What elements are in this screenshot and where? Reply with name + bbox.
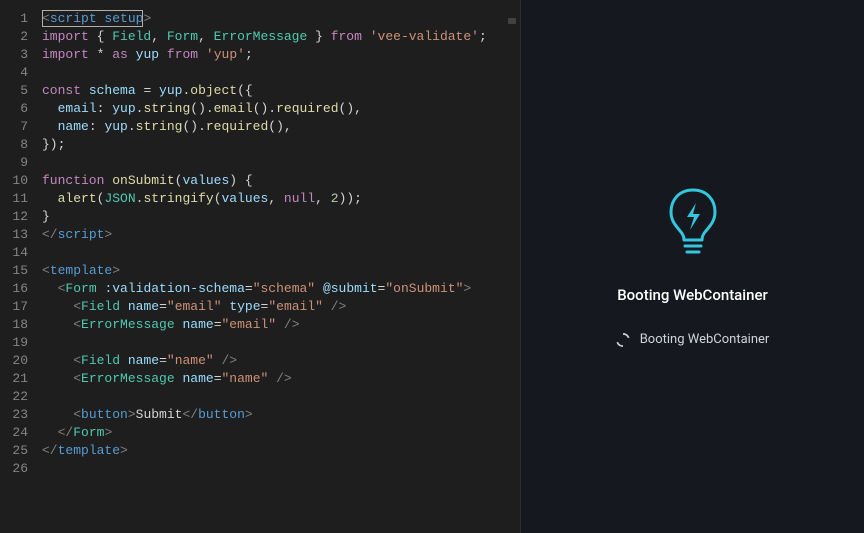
line-content[interactable]: }); <box>42 136 65 154</box>
code-line[interactable]: 2import { Field, Form, ErrorMessage } fr… <box>0 28 520 46</box>
code-line[interactable]: 26 <box>0 460 520 478</box>
code-line[interactable]: 7 name: yup.string().required(), <box>0 118 520 136</box>
code-line[interactable]: 22 <box>0 388 520 406</box>
line-number: 23 <box>0 406 42 424</box>
lightbulb-bolt-icon <box>665 186 721 262</box>
line-content[interactable]: <Field name="email" type="email" /> <box>42 298 346 316</box>
line-content[interactable]: <Form :validation-schema="schema" @submi… <box>42 280 471 298</box>
loading-spinner-icon <box>616 333 630 347</box>
line-content[interactable]: <button>Submit</button> <box>42 406 253 424</box>
preview-status-text: Booting WebContainer <box>640 332 770 347</box>
line-content[interactable]: <template> <box>42 262 120 280</box>
code-line[interactable]: 5const schema = yup.object({ <box>0 82 520 100</box>
code-line[interactable]: 24 </Form> <box>0 424 520 442</box>
line-number: 17 <box>0 298 42 316</box>
line-number: 13 <box>0 226 42 244</box>
line-content[interactable]: </Form> <box>42 424 112 442</box>
line-number: 16 <box>0 280 42 298</box>
line-number: 14 <box>0 244 42 262</box>
code-lines: 1<script setup>2import { Field, Form, Er… <box>0 10 520 478</box>
line-content[interactable]: import { Field, Form, ErrorMessage } fro… <box>42 28 487 46</box>
line-number: 21 <box>0 370 42 388</box>
line-content[interactable]: <ErrorMessage name="email" /> <box>42 316 300 334</box>
line-number: 9 <box>0 154 42 172</box>
line-number: 12 <box>0 208 42 226</box>
code-line[interactable]: 25</template> <box>0 442 520 460</box>
line-content[interactable]: import * as yup from 'yup'; <box>42 46 253 64</box>
code-line[interactable]: 13</script> <box>0 226 520 244</box>
line-content[interactable]: alert(JSON.stringify(values, null, 2)); <box>42 190 362 208</box>
line-number: 22 <box>0 388 42 406</box>
line-number: 10 <box>0 172 42 190</box>
line-content[interactable]: name: yup.string().required(), <box>42 118 292 136</box>
code-line[interactable]: 18 <ErrorMessage name="email" /> <box>0 316 520 334</box>
code-line[interactable]: 11 alert(JSON.stringify(values, null, 2)… <box>0 190 520 208</box>
line-number: 5 <box>0 82 42 100</box>
preview-title: Booting WebContainer <box>617 286 768 304</box>
code-line[interactable]: 8}); <box>0 136 520 154</box>
line-content[interactable]: <ErrorMessage name="name" /> <box>42 370 292 388</box>
app-root: 1<script setup>2import { Field, Form, Er… <box>0 0 864 533</box>
code-line[interactable]: 20 <Field name="name" /> <box>0 352 520 370</box>
code-line[interactable]: 9 <box>0 154 520 172</box>
line-number: 11 <box>0 190 42 208</box>
code-line[interactable]: 21 <ErrorMessage name="name" /> <box>0 370 520 388</box>
line-number: 6 <box>0 100 42 118</box>
line-content[interactable]: email: yup.string().email().required(), <box>42 100 362 118</box>
line-content[interactable]: <Field name="name" /> <box>42 352 237 370</box>
preview-status: Booting WebContainer <box>616 332 770 347</box>
line-content[interactable]: function onSubmit(values) { <box>42 172 253 190</box>
code-line[interactable]: 15<template> <box>0 262 520 280</box>
line-number: 24 <box>0 424 42 442</box>
code-line[interactable]: 6 email: yup.string().email().required()… <box>0 100 520 118</box>
line-number: 4 <box>0 64 42 82</box>
preview-pane: Booting WebContainer Booting WebContaine… <box>520 0 864 533</box>
line-number: 15 <box>0 262 42 280</box>
line-content[interactable]: <script setup> <box>42 10 151 28</box>
line-number: 25 <box>0 442 42 460</box>
code-line[interactable]: 23 <button>Submit</button> <box>0 406 520 424</box>
line-content[interactable]: </script> <box>42 226 112 244</box>
code-line[interactable]: 14 <box>0 244 520 262</box>
code-line[interactable]: 12} <box>0 208 520 226</box>
line-number: 8 <box>0 136 42 154</box>
code-editor[interactable]: 1<script setup>2import { Field, Form, Er… <box>0 0 520 533</box>
line-number: 26 <box>0 460 42 478</box>
line-number: 3 <box>0 46 42 64</box>
code-line[interactable]: 3import * as yup from 'yup'; <box>0 46 520 64</box>
code-line[interactable]: 17 <Field name="email" type="email" /> <box>0 298 520 316</box>
line-number: 7 <box>0 118 42 136</box>
code-line[interactable]: 4 <box>0 64 520 82</box>
code-line[interactable]: 10function onSubmit(values) { <box>0 172 520 190</box>
line-number: 2 <box>0 28 42 46</box>
code-line[interactable]: 1<script setup> <box>0 10 520 28</box>
line-content[interactable]: </template> <box>42 442 128 460</box>
line-content[interactable]: } <box>42 208 50 226</box>
line-number: 1 <box>0 10 42 28</box>
code-line[interactable]: 19 <box>0 334 520 352</box>
line-number: 20 <box>0 352 42 370</box>
line-number: 18 <box>0 316 42 334</box>
code-line[interactable]: 16 <Form :validation-schema="schema" @su… <box>0 280 520 298</box>
line-number: 19 <box>0 334 42 352</box>
line-content[interactable]: const schema = yup.object({ <box>42 82 253 100</box>
